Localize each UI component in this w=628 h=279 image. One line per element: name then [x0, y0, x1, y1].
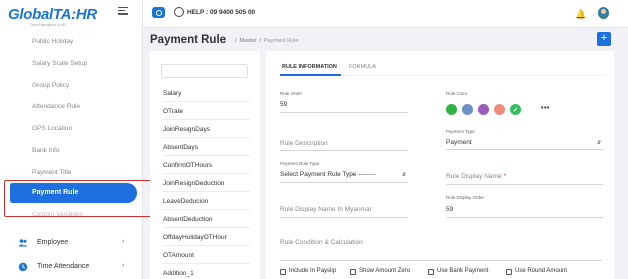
list-item[interactable]: OTrate — [163, 103, 250, 120]
logo[interactable]: GlobalTA:HR Time Attendance & HR — [8, 6, 108, 32]
rule-list-panel: Salary OTrate JoinResignDays AbsentDays … — [150, 51, 260, 279]
logo-text: GlobalTA:HR — [8, 6, 97, 23]
rule-description-input[interactable]: Rule Description — [280, 140, 328, 147]
menu-toggle-icon[interactable] — [118, 7, 128, 15]
rule-display-name-mm-input[interactable]: Rule Display Name In Myanmar — [280, 206, 372, 213]
rule-condition-textarea[interactable]: Rule Condition & Calculation — [280, 239, 363, 246]
select-arrows-icon: ⇵ — [597, 140, 602, 146]
payment-rule-type-label: Payment Rule Type — [280, 161, 320, 166]
people-icon — [18, 239, 28, 247]
rule-display-order-label: Rule Display Order — [446, 195, 485, 200]
payment-rule-type-underline — [280, 182, 408, 183]
list-item[interactable]: ConfirmOTHours — [163, 157, 250, 174]
checkbox-box[interactable] — [350, 269, 356, 275]
sidebar-item-bank-info[interactable]: Bank Info — [32, 147, 59, 154]
sidebar-section-label: Time Attendance — [37, 263, 90, 270]
sidebar-item-salary-scale-setup[interactable]: Salary Scale Setup — [32, 60, 87, 67]
rule-display-order-underline — [446, 217, 603, 218]
rule-color-label: Rule Color — [446, 91, 468, 96]
checkbox-label: Include In Payslip — [289, 268, 337, 274]
sidebar-item-payment-title[interactable]: Payment Title — [32, 169, 71, 176]
list-item[interactable]: AbsentDeduction — [163, 211, 250, 228]
sidebar: GlobalTA:HR Time Attendance & HR Public … — [0, 0, 158, 279]
help-text: HELP : 09 9400 505 00 — [187, 9, 256, 16]
payment-type-label: Payment Type — [446, 129, 475, 134]
sidebar-section-time-attendance[interactable]: Time Attendance › — [0, 258, 143, 278]
color-swatch-blue[interactable] — [462, 104, 473, 115]
checkbox-box[interactable] — [280, 269, 286, 275]
bell-icon[interactable]: 🔔 — [575, 9, 586, 20]
rule-order-label: Rule Order — [280, 91, 303, 96]
checkbox-box[interactable] — [506, 269, 512, 275]
list-item[interactable]: AbsentDays — [163, 139, 250, 156]
rule-display-order-input[interactable]: 59 — [446, 206, 453, 213]
rule-form-panel: RULE INFORMATION FORMULA Rule Order 59 R… — [266, 51, 614, 279]
checkbox-label: Use Round Amount — [515, 268, 568, 274]
payment-type-select[interactable]: Payment — [446, 139, 472, 146]
highlight-annotation — [4, 180, 158, 217]
color-swatch-green[interactable] — [446, 104, 457, 115]
checkbox-label: Use Bank Payment — [437, 268, 489, 274]
avatar[interactable] — [598, 7, 609, 19]
topbar: HELP : 09 9400 505 00 🔔 — [143, 0, 628, 28]
sidebar-item-group-policy[interactable]: Group Policy — [32, 82, 69, 89]
breadcrumb: / Master / Payment Rule — [235, 38, 299, 44]
list-item[interactable]: OffdayHolidayOTHour — [163, 229, 250, 246]
color-swatch-purple[interactable] — [478, 104, 489, 115]
chevron-right-icon: › — [122, 238, 125, 245]
check-icon: ✓ — [512, 106, 519, 114]
rule-display-name-underline — [446, 184, 603, 185]
home-icon[interactable]: ⌂ — [221, 36, 226, 45]
chevron-right-icon: › — [122, 262, 125, 269]
list-item[interactable]: OTAmount — [163, 247, 250, 264]
rule-display-name-input[interactable]: Rule Display Name * — [446, 173, 506, 180]
list-item[interactable]: JoinResignDays — [163, 121, 250, 138]
more-colors-icon[interactable]: ••• — [541, 105, 550, 112]
tab-rule-information[interactable]: RULE INFORMATION — [282, 64, 337, 70]
phone-icon — [174, 7, 184, 17]
list-item[interactable]: Salary — [163, 85, 250, 102]
camera-icon[interactable] — [152, 7, 165, 18]
select-arrows-icon: ⇵ — [402, 172, 407, 178]
breadcrumb-master[interactable]: Master — [240, 38, 257, 44]
color-swatch-selected[interactable]: ✓ — [510, 104, 521, 115]
color-swatch-salmon[interactable] — [494, 104, 505, 115]
sidebar-item-gps-location[interactable]: GPS Location — [32, 125, 72, 132]
tab-formula[interactable]: FORMULA — [349, 64, 376, 70]
sidebar-section-employee[interactable]: Employee › — [0, 234, 143, 254]
logo-tagline: Time Attendance & HR — [30, 23, 66, 27]
search-input[interactable] — [161, 64, 248, 78]
clock-icon — [18, 262, 28, 272]
payment-rule-type-select[interactable]: Select Payment Rule Type -------- — [280, 171, 376, 178]
rule-order-input[interactable]: 59 — [280, 101, 287, 108]
page-title: Payment Rule — [150, 34, 227, 46]
add-button[interactable]: + — [597, 32, 611, 46]
rule-display-name-mm-underline — [280, 217, 408, 218]
sidebar-item-attendance-rule[interactable]: Attendance Rule — [32, 103, 80, 110]
rule-description-underline — [280, 150, 408, 151]
payment-type-underline — [446, 149, 603, 150]
list-item[interactable]: Addition_1 — [163, 265, 250, 279]
active-tab-indicator — [280, 74, 341, 76]
sidebar-item-public-holiday[interactable]: Public Holiday — [32, 38, 73, 45]
rule-condition-underline — [280, 260, 602, 261]
list-item[interactable]: LeaveDeducion — [163, 193, 250, 210]
rule-order-underline — [280, 112, 408, 113]
list-item[interactable]: JoinResignDeduction — [163, 175, 250, 192]
checkbox-box[interactable] — [428, 269, 434, 275]
checkbox-label: Show Amount Zero — [359, 268, 411, 274]
breadcrumb-current: Payment Rule — [263, 38, 299, 44]
sidebar-section-label: Employee — [37, 239, 69, 246]
